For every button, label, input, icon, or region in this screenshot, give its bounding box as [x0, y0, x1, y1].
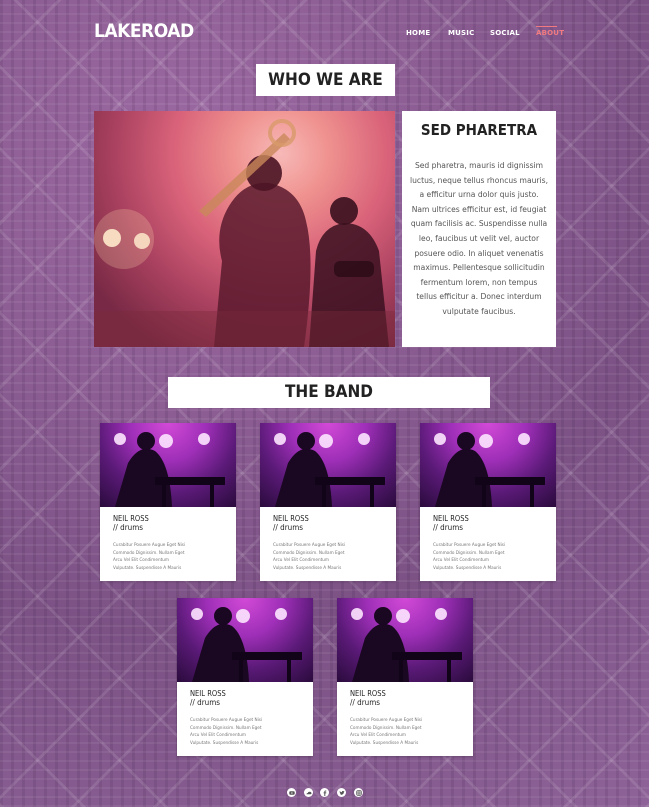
site-logo[interactable]: LAKEROAD [94, 20, 194, 42]
member-name: NEIL ROSS [273, 514, 309, 523]
member-photo [260, 423, 396, 507]
member-card[interactable]: NEIL ROSS // drums Curabitur Posuere Aug… [177, 598, 313, 756]
member-description: Curabitur Posuere Augue Eget Nisi Commodo… [433, 542, 506, 570]
member-photo [337, 598, 473, 682]
instagram-icon[interactable] [354, 788, 363, 797]
band-performance-photo [94, 111, 395, 347]
member-photo [420, 423, 556, 507]
about-info-card: SED PHARETRA Sed pharetra, mauris id dig… [402, 111, 556, 347]
member-photo [100, 423, 236, 507]
member-card[interactable]: NEIL ROSS // drums Curabitur Posuere Aug… [420, 423, 556, 581]
member-role: // drums [350, 698, 380, 707]
member-photo [177, 598, 313, 682]
nav-home[interactable]: HOME [406, 29, 430, 37]
member-description: Curabitur Posuere Augue Eget Nisi Commodo… [113, 542, 186, 570]
member-name: NEIL ROSS [113, 514, 149, 523]
nav-about[interactable]: ABOUT [536, 29, 564, 37]
member-name: NEIL ROSS [433, 514, 469, 523]
facebook-icon[interactable] [320, 788, 329, 797]
keyboard-player-illustration [114, 432, 225, 507]
info-card-text: Sed pharetra, mauris id dignissim luctus… [410, 161, 549, 316]
keyboard-player-illustration [351, 607, 462, 682]
member-description: Curabitur Posuere Augue Eget Nisi Commodo… [273, 542, 346, 570]
member-card[interactable]: NEIL ROSS // drums Curabitur Posuere Aug… [100, 423, 236, 581]
twitter-icon[interactable] [337, 788, 346, 797]
keyboard-player-illustration [274, 432, 385, 507]
info-card-title: SED PHARETRA [420, 121, 538, 139]
member-card[interactable]: NEIL ROSS // drums Curabitur Posuere Aug… [260, 423, 396, 581]
youtube-icon[interactable] [287, 788, 296, 797]
the-band-heading: THE BAND [168, 377, 490, 408]
member-description: Curabitur Posuere Augue Eget Nisi Commodo… [190, 717, 263, 745]
member-role: // drums [190, 698, 220, 707]
soundcloud-icon[interactable] [304, 788, 313, 797]
member-role: // drums [113, 523, 143, 532]
nav-social[interactable]: SOCIAL [490, 29, 520, 37]
who-we-are-heading: WHO WE ARE [256, 64, 395, 96]
nav-active-indicator [536, 26, 557, 27]
member-role: // drums [273, 523, 303, 532]
nav-music[interactable]: MUSIC [448, 29, 474, 37]
member-description: Curabitur Posuere Augue Eget Nisi Commodo… [350, 717, 423, 745]
keyboard-player-illustration [191, 607, 302, 682]
keyboard-player-illustration [434, 432, 545, 507]
member-card[interactable]: NEIL ROSS // drums Curabitur Posuere Aug… [337, 598, 473, 756]
member-role: // drums [433, 523, 463, 532]
performance-illustration [94, 111, 395, 347]
member-name: NEIL ROSS [350, 689, 386, 698]
member-name: NEIL ROSS [190, 689, 226, 698]
